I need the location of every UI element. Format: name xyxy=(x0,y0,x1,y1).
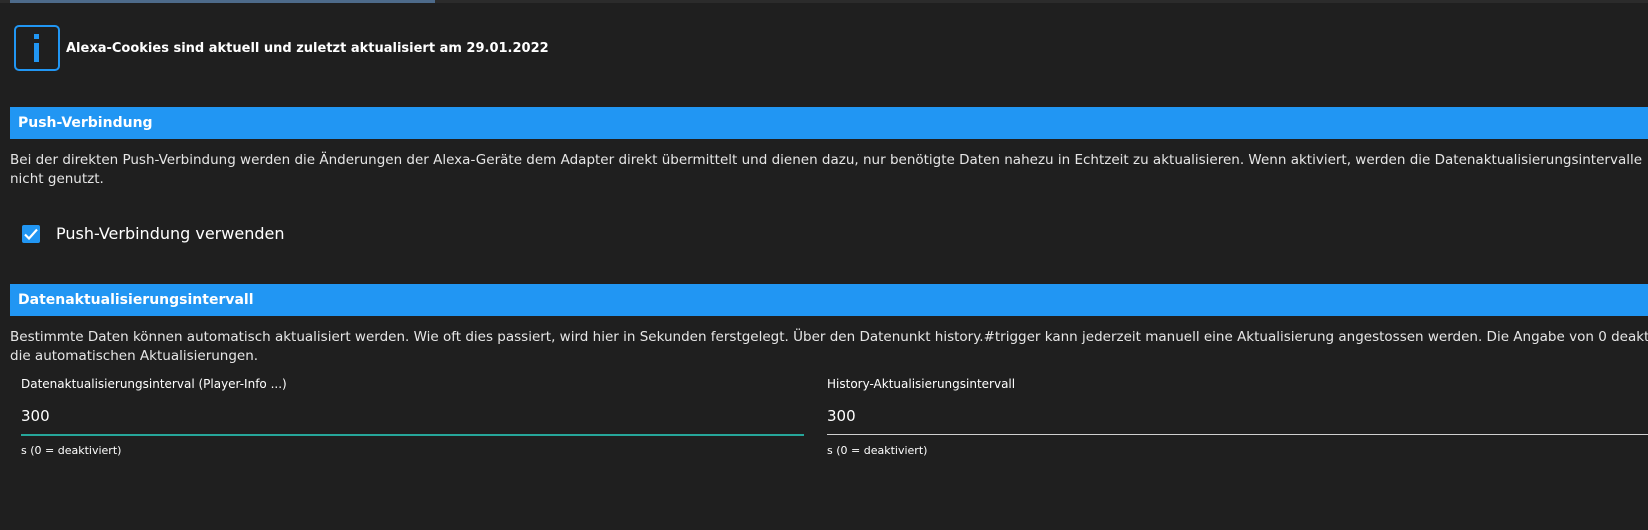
player-info-interval-field[interactable]: Datenaktualisierungsinterval (Player-Inf… xyxy=(21,377,804,462)
section-header-interval: Datenaktualisierungsintervall xyxy=(10,284,1648,316)
history-interval-field[interactable]: History-Aktualisierungsintervall 300 s (… xyxy=(827,377,1648,462)
active-tab-indicator xyxy=(10,0,435,3)
field-underline xyxy=(827,434,1648,435)
history-interval-input[interactable]: 300 xyxy=(827,407,856,425)
push-connection-checkbox-label[interactable]: Push-Verbindung verwenden xyxy=(56,224,284,243)
info-icon xyxy=(14,25,60,71)
checkmark-icon xyxy=(24,228,38,240)
cookie-info-text: Alexa-Cookies sind aktuell und zuletzt a… xyxy=(66,40,549,56)
field-underline-focused xyxy=(21,434,804,436)
field-helper-text: s (0 = deaktiviert) xyxy=(827,444,928,457)
push-connection-checkbox[interactable] xyxy=(22,224,40,243)
field-label: History-Aktualisierungsintervall xyxy=(827,377,1016,391)
push-description: Bei der direkten Push-Verbindung werden … xyxy=(10,152,1643,187)
field-helper-text: s (0 = deaktiviert) xyxy=(21,444,122,457)
field-label: Datenaktualisierungsinterval (Player-Inf… xyxy=(21,377,287,391)
section-header-push: Push-Verbindung xyxy=(10,107,1648,139)
cookie-info-banner: Alexa-Cookies sind aktuell und zuletzt a… xyxy=(14,22,549,74)
push-connection-checkbox-row[interactable]: Push-Verbindung verwenden xyxy=(22,224,284,243)
interval-description: Bestimmte Daten können automatisch aktua… xyxy=(10,329,1648,364)
player-info-interval-input[interactable]: 300 xyxy=(21,407,50,425)
